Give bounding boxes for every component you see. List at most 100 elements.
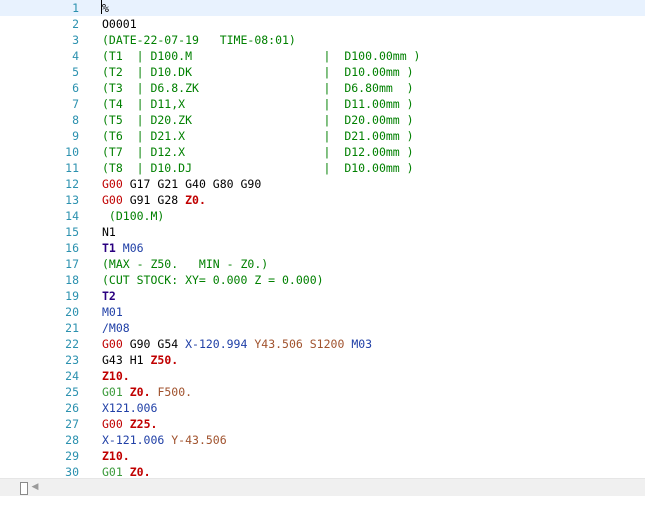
line-number-text: 7 xyxy=(72,97,79,111)
code-text[interactable]: (MAX - Z50. MIN - Z0.) xyxy=(102,256,268,272)
code-text[interactable]: X-121.006 Y-43.506 xyxy=(102,432,227,448)
code-line[interactable]: 15 N1 xyxy=(0,224,645,240)
code-line[interactable]: 8 (T5 | D20.ZK | D20.00mm ) xyxy=(0,112,645,128)
code-line[interactable]: 2 O0001 xyxy=(0,16,645,32)
line-number-text: 21 xyxy=(65,321,79,335)
code-token: F500. xyxy=(157,385,193,399)
code-text[interactable]: G00 Z25. xyxy=(102,416,157,432)
code-token: /M08 xyxy=(102,321,130,335)
line-number: 15 xyxy=(0,224,80,240)
line-number-text: 18 xyxy=(65,273,79,287)
code-line[interactable]: 13 G00 G91 G28 Z0. xyxy=(0,192,645,208)
code-token: Z0. xyxy=(185,193,206,207)
code-token: (T7 | D12.X | D12.00mm ) xyxy=(102,145,414,159)
code-line[interactable]: 4 (T1 | D100.M | D100.00mm ) xyxy=(0,48,645,64)
code-text[interactable]: T2 xyxy=(102,288,116,304)
code-editor[interactable]: 1% 2 O0001 3 (DATE-22-07-19 TIME-08:01) 4 (T1 … xyxy=(0,0,645,478)
code-text[interactable]: (D100.M) xyxy=(102,208,164,224)
line-number-text: 19 xyxy=(65,289,79,303)
code-token: % xyxy=(102,1,109,15)
code-text[interactable]: (T8 | D10.DJ | D10.00mm ) xyxy=(102,160,414,176)
code-text[interactable]: (T5 | D20.ZK | D20.00mm ) xyxy=(102,112,414,128)
line-number: 27 xyxy=(0,416,80,432)
line-number: 23 xyxy=(0,352,80,368)
line-number: 16 xyxy=(0,240,80,256)
code-text[interactable]: (T4 | D11,X | D11.00mm ) xyxy=(102,96,414,112)
code-line[interactable]: 11 (T8 | D10.DJ | D10.00mm ) xyxy=(0,160,645,176)
line-number: 28 xyxy=(0,432,80,448)
code-line[interactable]: 18 (CUT STOCK: XY= 0.000 Z = 0.000) xyxy=(0,272,645,288)
code-text[interactable]: T1 M06 xyxy=(102,240,144,256)
code-line[interactable]: 26 X121.006 xyxy=(0,400,645,416)
code-line[interactable]: 9 (T6 | D21.X | D21.00mm ) xyxy=(0,128,645,144)
line-number: 30 xyxy=(0,464,80,478)
code-line[interactable]: 29 Z10. xyxy=(0,448,645,464)
code-line[interactable]: 22 G00 G90 G54 X-120.994 Y43.506 S1200 M0… xyxy=(0,336,645,352)
code-text[interactable]: N1 xyxy=(102,224,116,240)
line-number-text: 16 xyxy=(65,241,79,255)
line-number: 3 xyxy=(0,32,80,48)
line-number: 8 xyxy=(0,112,80,128)
code-line[interactable]: 21/M08 xyxy=(0,320,645,336)
line-number: 24 xyxy=(0,368,80,384)
code-line[interactable]: 16 T1 M06 xyxy=(0,240,645,256)
code-line[interactable]: 25 G01 Z0. F500. xyxy=(0,384,645,400)
code-text[interactable]: (CUT STOCK: XY= 0.000 Z = 0.000) xyxy=(102,272,324,288)
code-token: N1 xyxy=(102,225,116,239)
code-line[interactable]: 14 (D100.M) xyxy=(0,208,645,224)
code-text[interactable]: X121.006 xyxy=(102,400,157,416)
code-token: M06 xyxy=(115,241,144,255)
code-line[interactable]: 10 (T7 | D12.X | D12.00mm ) xyxy=(0,144,645,160)
code-token: X121.006 xyxy=(102,401,158,415)
code-line[interactable]: 1% xyxy=(0,0,645,16)
line-number: 18 xyxy=(0,272,80,288)
code-text[interactable]: (T1 | D100.M | D100.00mm ) xyxy=(102,48,421,64)
code-text[interactable]: Z10. xyxy=(102,448,130,464)
code-token: G90 G54 xyxy=(122,337,186,351)
code-text[interactable]: /M08 xyxy=(102,320,130,336)
scrollbar-thumb[interactable] xyxy=(20,482,28,495)
scrollbar-track[interactable] xyxy=(44,482,645,493)
horizontal-scrollbar[interactable]: ◀ xyxy=(0,478,645,496)
code-text[interactable]: G00 G17 G21 G40 G80 G90 xyxy=(102,176,261,192)
code-text[interactable]: G01 Z0. F500. xyxy=(102,384,192,400)
line-number: 9 xyxy=(0,128,80,144)
line-number: 5 xyxy=(0,64,80,80)
line-number-text: 29 xyxy=(65,449,79,463)
code-token: G01 xyxy=(102,465,123,478)
code-line[interactable]: 3 (DATE-22-07-19 TIME-08:01) xyxy=(0,32,645,48)
code-line[interactable]: 17 (MAX - Z50. MIN - Z0.) xyxy=(0,256,645,272)
code-text[interactable]: G01 Z0. xyxy=(102,464,151,478)
code-text[interactable]: Z10. xyxy=(102,368,130,384)
code-text[interactable]: G00 G90 G54 X-120.994 Y43.506 S1200 M03 xyxy=(102,336,372,352)
code-text[interactable]: (T3 | D6.8.ZK | D6.80mm ) xyxy=(102,80,414,96)
code-text[interactable]: % xyxy=(102,0,109,16)
code-text[interactable]: (T2 | D10.DK | D10.00mm ) xyxy=(102,64,414,80)
code-line[interactable]: 28 X-121.006 Y-43.506 xyxy=(0,432,645,448)
code-text[interactable]: (T6 | D21.X | D21.00mm ) xyxy=(102,128,414,144)
code-line[interactable]: 5 (T2 | D10.DK | D10.00mm ) xyxy=(0,64,645,80)
code-line[interactable]: 19 T2 xyxy=(0,288,645,304)
code-text[interactable]: M01 xyxy=(102,304,123,320)
code-line[interactable]: 30 G01 Z0. xyxy=(0,464,645,478)
code-text[interactable]: (DATE-22-07-19 TIME-08:01) xyxy=(102,32,296,48)
code-token: T1 xyxy=(102,241,116,255)
code-text[interactable]: (T7 | D12.X | D12.00mm ) xyxy=(102,144,414,160)
line-number-text: 25 xyxy=(65,385,79,399)
code-line[interactable]: 23 G43 H1 Z50. xyxy=(0,352,645,368)
line-number: 17 xyxy=(0,256,80,272)
code-text[interactable]: G00 G91 G28 Z0. xyxy=(102,192,206,208)
code-token: Z0. xyxy=(129,465,151,478)
code-line[interactable]: 6 (T3 | D6.8.ZK | D6.80mm ) xyxy=(0,80,645,96)
code-line[interactable]: 24 Z10. xyxy=(0,368,645,384)
code-line[interactable]: 27 G00 Z25. xyxy=(0,416,645,432)
line-number: 21 xyxy=(0,320,80,336)
code-line[interactable]: 12 G00 G17 G21 G40 G80 G90 xyxy=(0,176,645,192)
code-line[interactable]: 7 (T4 | D11,X | D11.00mm ) xyxy=(0,96,645,112)
code-line[interactable]: 20 M01 xyxy=(0,304,645,320)
code-text[interactable]: G43 H1 Z50. xyxy=(102,352,178,368)
chevron-left-icon[interactable]: ◀ xyxy=(28,481,42,494)
code-text[interactable]: O0001 xyxy=(102,16,137,32)
line-number-text: 14 xyxy=(65,209,79,223)
